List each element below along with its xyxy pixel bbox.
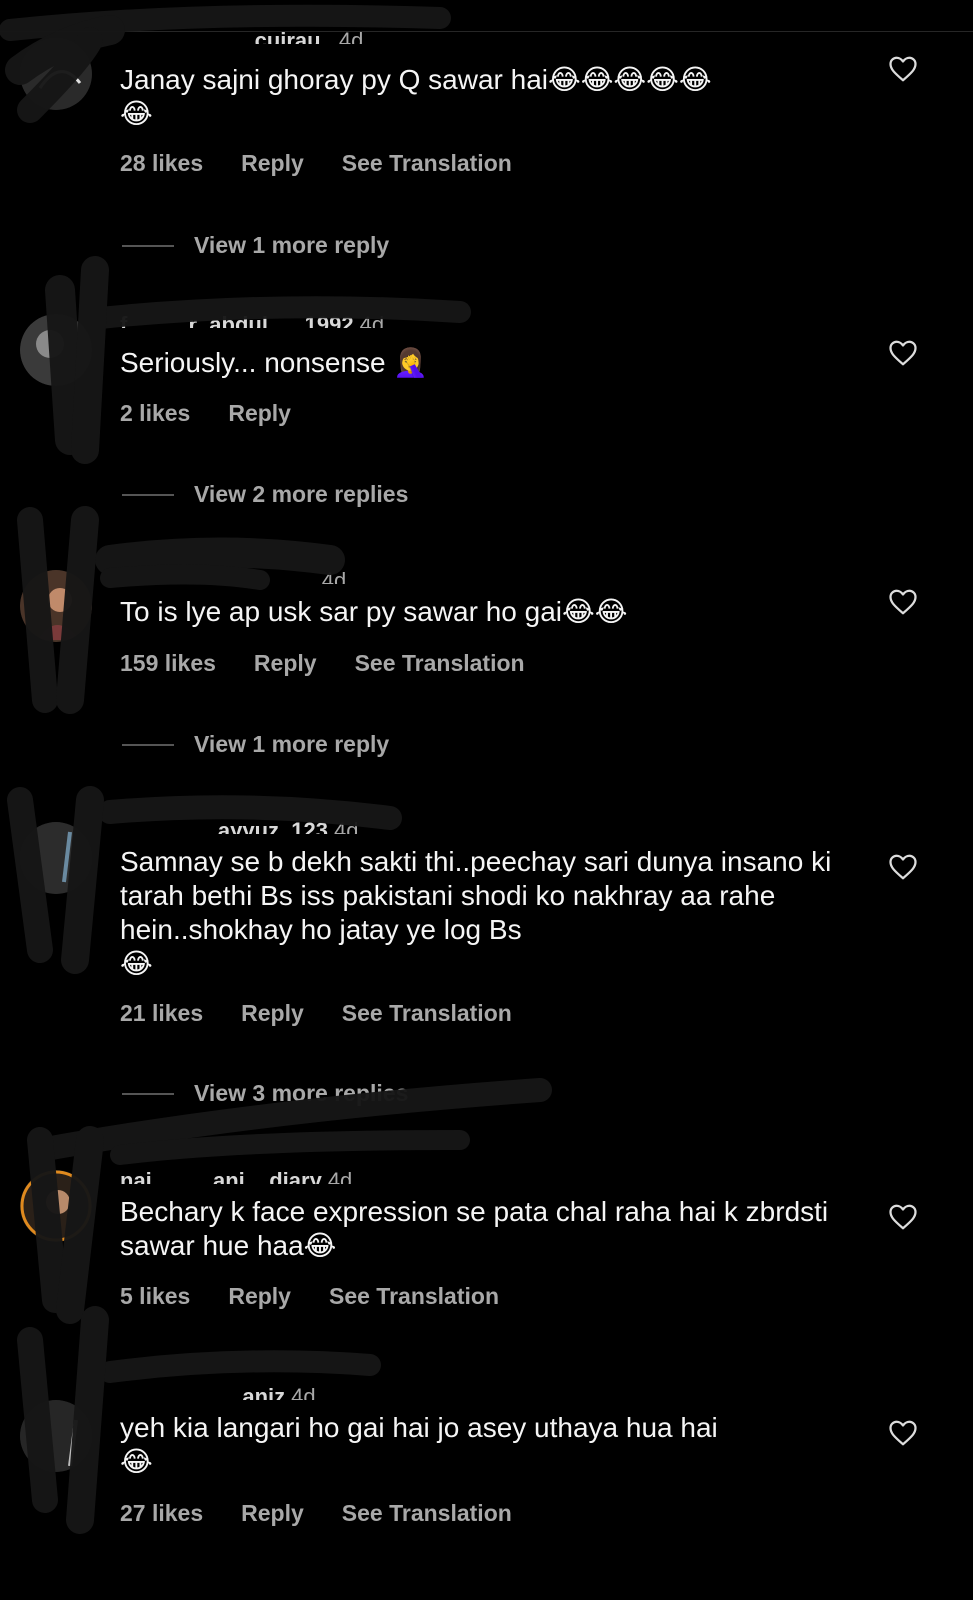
avatar[interactable] <box>20 822 92 894</box>
view-replies-label[interactable]: View 3 more replies <box>194 1080 408 1107</box>
comment-time: 4d <box>338 28 364 44</box>
comment-username[interactable]: ________________ 4d <box>120 566 346 584</box>
view-replies-button[interactable]: View 3 more replies <box>122 1080 408 1107</box>
comment-time: 4d <box>327 1168 353 1184</box>
avatar[interactable] <box>20 1170 92 1242</box>
replies-divider <box>122 493 174 496</box>
comment-actions: 28 likes Reply See Translation <box>120 150 512 177</box>
view-replies-button[interactable]: View 1 more reply <box>122 232 389 259</box>
username-text[interactable]: ________________ <box>120 568 316 584</box>
like-count[interactable]: 159 likes <box>120 650 216 677</box>
comment-username[interactable]: ________ayyuz_123 4d <box>120 816 358 834</box>
see-translation-button[interactable]: See Translation <box>342 150 512 177</box>
replies-divider <box>122 1092 174 1095</box>
username-text[interactable]: ________ayyuz_123 <box>120 818 328 834</box>
username-text[interactable]: f_____r_abdul___1992 <box>120 312 354 328</box>
like-count[interactable]: 28 likes <box>120 150 203 177</box>
reply-button[interactable]: Reply <box>254 650 317 677</box>
replies-divider <box>122 244 174 247</box>
heart-outline-icon[interactable] <box>888 54 918 84</box>
heart-outline-icon[interactable] <box>888 587 918 617</box>
comment-time: 4d <box>321 568 347 584</box>
avatar[interactable] <box>20 570 92 642</box>
username-text[interactable]: __________aniz <box>120 1384 285 1400</box>
reply-button[interactable]: Reply <box>228 1283 291 1310</box>
comment-actions: 2 likes Reply <box>120 400 291 427</box>
view-replies-button[interactable]: View 1 more reply <box>122 731 389 758</box>
avatar-image <box>20 570 92 642</box>
comment-username[interactable]: __________aniz 4d <box>120 1382 316 1400</box>
comment-text: Janay sajni ghoray py Q sawar hai😂😂😂😂😂 😂 <box>120 64 712 129</box>
avatar[interactable] <box>20 314 92 386</box>
avatar-image <box>20 1400 92 1472</box>
view-replies-label[interactable]: View 2 more replies <box>194 481 408 508</box>
avatar-image <box>20 822 92 894</box>
comment-time: 4d <box>333 818 359 834</box>
comment-text: Samnay se b dekh sakti thi..peechay sari… <box>120 846 832 979</box>
avatar-image <box>20 38 92 110</box>
comment-time: 4d <box>359 312 385 328</box>
see-translation-button[interactable]: See Translation <box>342 1000 512 1027</box>
comment-username[interactable]: nai_____ani__diary 4d <box>120 1166 352 1184</box>
heart-outline-icon[interactable] <box>888 852 918 882</box>
comment-time: 4d <box>291 1384 316 1400</box>
like-count[interactable]: 2 likes <box>120 400 190 427</box>
see-translation-button[interactable]: See Translation <box>355 650 525 677</box>
avatar-image <box>20 1170 92 1242</box>
comment-actions: 5 likes Reply See Translation <box>120 1283 499 1310</box>
avatar-image <box>20 314 92 386</box>
reply-button[interactable]: Reply <box>241 1500 304 1527</box>
comment-text: To is lye ap usk sar py sawar ho gai😂😂 <box>120 596 628 627</box>
comment-text: yeh kia langari ho gai hai jo asey uthay… <box>120 1412 718 1477</box>
comment-text: Seriously... nonsense 🤦‍♀️ <box>120 347 429 378</box>
comment-actions: 159 likes Reply See Translation <box>120 650 525 677</box>
view-replies-button[interactable]: View 2 more replies <box>122 481 408 508</box>
comment-actions: 27 likes Reply See Translation <box>120 1500 512 1527</box>
comment-text: Bechary k face expression se pata chal r… <box>120 1196 836 1261</box>
replies-divider <box>122 743 174 746</box>
view-replies-label[interactable]: View 1 more reply <box>194 232 389 259</box>
username-text[interactable]: ___________cuirau_ <box>120 28 333 44</box>
like-count[interactable]: 27 likes <box>120 1500 203 1527</box>
comment-username[interactable]: f_____r_abdul___1992 4d <box>120 310 384 328</box>
comment-username[interactable]: ___________cuirau_ 4d <box>120 26 363 44</box>
see-translation-button[interactable]: See Translation <box>342 1500 512 1527</box>
view-replies-label[interactable]: View 1 more reply <box>194 731 389 758</box>
heart-outline-icon[interactable] <box>888 1418 918 1448</box>
reply-button[interactable]: Reply <box>241 150 304 177</box>
avatar[interactable] <box>20 1400 92 1472</box>
avatar[interactable] <box>20 38 92 110</box>
like-count[interactable]: 5 likes <box>120 1283 190 1310</box>
comment-actions: 21 likes Reply See Translation <box>120 1000 512 1027</box>
username-text[interactable]: nai_____ani__diary <box>120 1168 322 1184</box>
like-count[interactable]: 21 likes <box>120 1000 203 1027</box>
reply-button[interactable]: Reply <box>241 1000 304 1027</box>
heart-outline-icon[interactable] <box>888 1202 918 1232</box>
heart-outline-icon[interactable] <box>888 338 918 368</box>
see-translation-button[interactable]: See Translation <box>329 1283 499 1310</box>
reply-button[interactable]: Reply <box>228 400 291 427</box>
